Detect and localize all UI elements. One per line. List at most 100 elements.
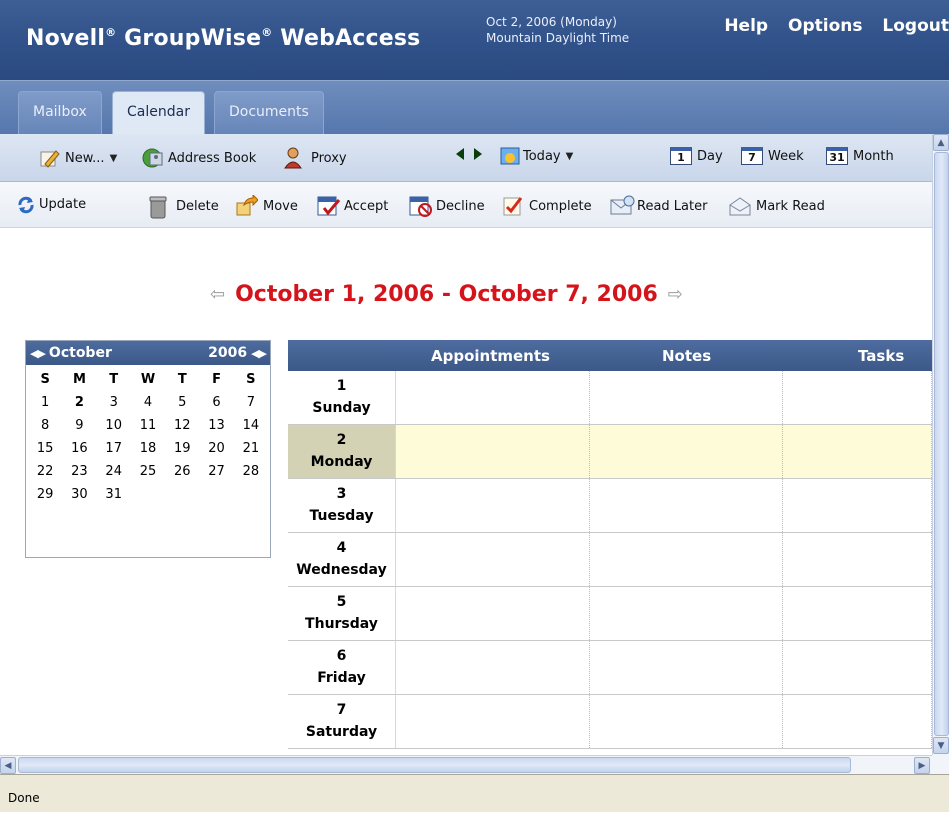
mini-calendar-day[interactable]: 2	[62, 392, 96, 413]
tasks-cell[interactable]	[783, 533, 932, 586]
mini-calendar-day[interactable]: 6	[199, 392, 233, 413]
status-bar: Done	[0, 774, 949, 823]
accept-button[interactable]: Accept	[317, 195, 388, 217]
day-label-cell[interactable]: 5 Thursday	[288, 587, 396, 640]
tab-bar: Mailbox Calendar Documents	[0, 80, 949, 135]
mini-calendar-day[interactable]: 19	[165, 438, 199, 459]
month-label: Month	[853, 148, 894, 164]
previous-arrow-icon[interactable]	[455, 147, 465, 165]
day-label-cell[interactable]: 2 Monday	[288, 425, 396, 478]
tasks-cell[interactable]	[783, 479, 932, 532]
notes-cell[interactable]	[590, 695, 783, 748]
appointments-cell[interactable]	[396, 371, 590, 424]
tab-calendar[interactable]: Calendar	[112, 91, 205, 135]
notes-cell[interactable]	[590, 641, 783, 694]
update-button[interactable]: Update	[16, 195, 86, 214]
mini-calendar-day[interactable]: 11	[131, 415, 165, 436]
vertical-scrollbar[interactable]: ▲ ▼	[932, 134, 949, 755]
appointments-cell[interactable]	[396, 479, 590, 532]
mini-calendar-day[interactable]: 24	[97, 461, 131, 482]
day-label-cell[interactable]: 4 Wednesday	[288, 533, 396, 586]
month-view-button[interactable]: 31 Month	[826, 147, 894, 165]
day-label-cell[interactable]: 7 Saturday	[288, 695, 396, 748]
new-button[interactable]: New... ▼	[38, 147, 117, 169]
next-week-arrow-icon[interactable]: ⇨	[668, 284, 683, 305]
mini-calendar-day[interactable]: 31	[97, 484, 131, 505]
appointments-cell[interactable]	[396, 425, 590, 478]
mini-calendar-day[interactable]: 17	[97, 438, 131, 459]
logout-link[interactable]: Logout	[882, 16, 949, 36]
mini-calendar-day[interactable]: 28	[234, 461, 268, 482]
mini-calendar-day[interactable]: 14	[234, 415, 268, 436]
chevron-down-icon[interactable]: ▼	[566, 151, 574, 162]
tasks-cell[interactable]	[783, 641, 932, 694]
mini-calendar-day[interactable]: 5	[165, 392, 199, 413]
tasks-cell[interactable]	[783, 371, 932, 424]
decline-button[interactable]: Decline	[409, 195, 485, 217]
today-button[interactable]: Today ▼	[500, 147, 573, 165]
mini-calendar-day[interactable]: 15	[28, 438, 62, 459]
year-nav-arrows-icon[interactable]: ◀▶	[251, 347, 267, 360]
scroll-left-icon[interactable]: ◀	[0, 757, 16, 774]
scroll-up-icon[interactable]: ▲	[933, 134, 949, 151]
read-later-button[interactable]: Read Later	[610, 195, 707, 217]
appointments-cell[interactable]	[396, 533, 590, 586]
tab-documents[interactable]: Documents	[214, 91, 324, 135]
scroll-right-icon[interactable]: ▶	[914, 757, 930, 774]
address-book-button[interactable]: Address Book	[141, 147, 256, 169]
horizontal-scrollbar[interactable]: ◀ ▶	[0, 755, 932, 774]
vertical-scroll-thumb[interactable]	[934, 152, 949, 736]
tasks-cell[interactable]	[783, 587, 932, 640]
mini-calendar-day[interactable]: 22	[28, 461, 62, 482]
mini-calendar-day[interactable]: 12	[165, 415, 199, 436]
complete-button[interactable]: Complete	[502, 195, 592, 217]
appointments-cell[interactable]	[396, 695, 590, 748]
proxy-button[interactable]: Proxy	[284, 147, 347, 169]
day-label-cell[interactable]: 1 Sunday	[288, 371, 396, 424]
mini-calendar-day[interactable]: 13	[199, 415, 233, 436]
mini-calendar-day[interactable]: 9	[62, 415, 96, 436]
notes-cell[interactable]	[590, 371, 783, 424]
mini-calendar-day[interactable]: 7	[234, 392, 268, 413]
notes-cell[interactable]	[590, 425, 783, 478]
tasks-cell[interactable]	[783, 695, 932, 748]
previous-week-arrow-icon[interactable]: ⇦	[210, 284, 225, 305]
chevron-down-icon[interactable]: ▼	[110, 153, 118, 164]
delete-button[interactable]: Delete	[149, 195, 219, 219]
move-button[interactable]: Move	[236, 193, 298, 217]
options-link[interactable]: Options	[788, 16, 862, 36]
mini-calendar-day[interactable]: 4	[131, 392, 165, 413]
mini-calendar-day[interactable]: 16	[62, 438, 96, 459]
day-label-cell[interactable]: 6 Friday	[288, 641, 396, 694]
month-nav-arrows-icon[interactable]: ◀▶	[30, 347, 46, 360]
help-link[interactable]: Help	[724, 16, 768, 36]
scroll-down-icon[interactable]: ▼	[933, 737, 949, 754]
appointments-cell[interactable]	[396, 587, 590, 640]
mini-calendar-day[interactable]: 21	[234, 438, 268, 459]
tasks-cell[interactable]	[783, 425, 932, 478]
mini-calendar-day[interactable]: 27	[199, 461, 233, 482]
day-label-cell[interactable]: 3 Tuesday	[288, 479, 396, 532]
mini-calendar-day[interactable]: 29	[28, 484, 62, 505]
calendar-toolbar: New... ▼ Address Book Proxy Today ▼ 1 Da…	[0, 134, 932, 182]
mini-calendar-day[interactable]: 8	[28, 415, 62, 436]
mini-calendar-day[interactable]: 3	[97, 392, 131, 413]
appointments-cell[interactable]	[396, 641, 590, 694]
week-view-button[interactable]: 7 Week	[741, 147, 804, 165]
next-arrow-icon[interactable]	[473, 147, 483, 165]
notes-cell[interactable]	[590, 587, 783, 640]
mini-calendar-day[interactable]: 26	[165, 461, 199, 482]
mini-calendar-day[interactable]: 20	[199, 438, 233, 459]
mini-calendar-day[interactable]: 23	[62, 461, 96, 482]
mini-calendar-day[interactable]: 25	[131, 461, 165, 482]
notes-cell[interactable]	[590, 533, 783, 586]
tab-mailbox[interactable]: Mailbox	[18, 91, 102, 135]
day-view-button[interactable]: 1 Day	[670, 147, 723, 165]
mini-calendar-day[interactable]: 1	[28, 392, 62, 413]
mini-calendar-day[interactable]: 18	[131, 438, 165, 459]
notes-cell[interactable]	[590, 479, 783, 532]
mini-calendar-day[interactable]: 10	[97, 415, 131, 436]
mini-calendar-day[interactable]: 30	[62, 484, 96, 505]
horizontal-scroll-thumb[interactable]	[18, 757, 851, 773]
mark-read-button[interactable]: Mark Read	[729, 195, 825, 217]
